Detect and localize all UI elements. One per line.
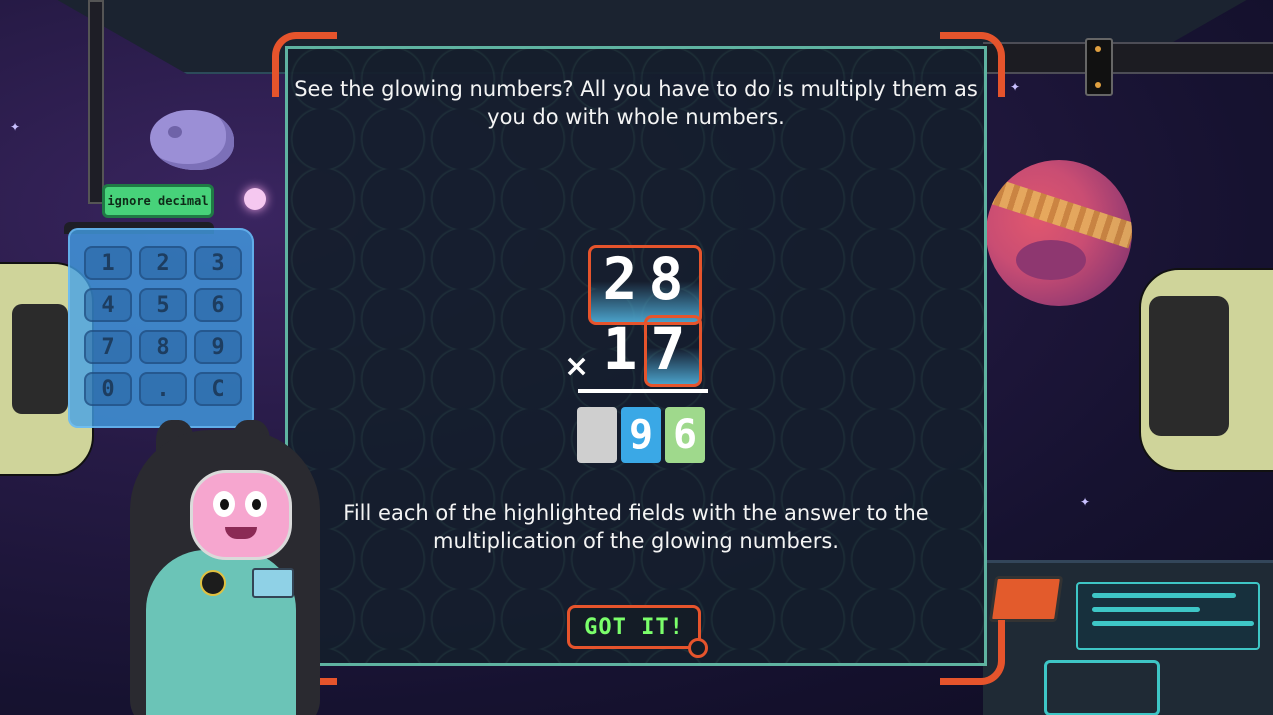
suit-patch: [252, 568, 294, 598]
planet-decoration: [986, 160, 1132, 306]
multiplier-digit-ones: 7: [650, 315, 686, 383]
monster-astronaut-character: [120, 420, 340, 715]
star-icon: ✦: [10, 120, 21, 134]
glowing-star-decoration: [244, 188, 266, 210]
cockpit-rail-top: [983, 42, 1273, 74]
got-it-label: GOT IT!: [584, 614, 684, 640]
answer-field-hundreds[interactable]: [577, 407, 617, 463]
keypad-pole: [88, 0, 104, 204]
number-keypad: 123 456 789 0.C: [68, 228, 254, 428]
keypad-key[interactable]: 0: [84, 372, 132, 406]
keypad-key[interactable]: 4: [84, 288, 132, 322]
got-it-button[interactable]: GOT IT!: [567, 605, 708, 658]
asteroid-decoration: [150, 110, 234, 170]
button-corner-dot: [688, 638, 708, 658]
right-robot-arm: [1139, 268, 1273, 472]
keypad-key[interactable]: 8: [139, 330, 187, 364]
ignore-decimal-button[interactable]: ignore decimal: [102, 184, 214, 218]
answer-field-tens: 9: [621, 407, 661, 463]
answer-field-ones: 6: [665, 407, 705, 463]
keypad-key[interactable]: 9: [194, 330, 242, 364]
star-icon: ✦: [1010, 80, 1021, 94]
result-divider-line: [578, 389, 708, 393]
game-scene: ✦ ✦ ✦ ignore decimal 1234567890.C See th…: [0, 0, 1273, 715]
keypad-key[interactable]: 7: [84, 330, 132, 364]
suit-badge-icon: [200, 570, 226, 596]
multiply-operator: ×: [564, 349, 590, 384]
multiplicand-digit-ones: 8: [648, 245, 684, 313]
multiplier-digit-tens: 1: [602, 315, 638, 383]
star-icon: ✦: [1080, 495, 1091, 509]
dialog-corner-top-left: [272, 32, 337, 97]
keypad-key[interactable]: 1: [84, 246, 132, 280]
monster-face: [190, 470, 292, 560]
instruction-text: Fill each of the highlighted fields with…: [343, 501, 929, 553]
keypad-key[interactable]: .: [139, 372, 187, 406]
keypad-key[interactable]: 3: [194, 246, 242, 280]
dialog-corner-bottom-right: [940, 620, 1005, 685]
multiplication-problem: 2 8 × 1 7 9 6: [288, 49, 984, 663]
dialog-corner-top-right: [940, 32, 1005, 97]
tutorial-dialog: See the glowing numbers? All you have to…: [285, 46, 987, 666]
keypad-key[interactable]: 2: [139, 246, 187, 280]
multiplicand-digit-tens: 2: [602, 245, 638, 313]
console-screen: [1076, 582, 1260, 650]
keypad-key[interactable]: C: [194, 372, 242, 406]
keypad-key[interactable]: 5: [139, 288, 187, 322]
console-red-button: [988, 576, 1064, 622]
rail-clip: [1085, 38, 1113, 96]
keypad-key[interactable]: 6: [194, 288, 242, 322]
console-screen-lower: [1044, 660, 1160, 715]
